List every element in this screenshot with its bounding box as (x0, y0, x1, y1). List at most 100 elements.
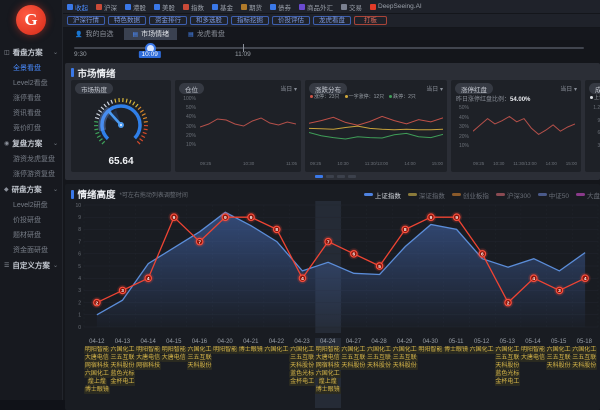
stock-tag[interactable]: 博士眼镜 (443, 347, 469, 354)
legend-item-2[interactable]: 创业板指 (452, 190, 489, 200)
stock-tag[interactable]: 大唐电信 (161, 355, 187, 362)
sentiment-height-chart[interactable]: 01234567891023497998476589962434 (71, 201, 600, 333)
sidebar-group-0[interactable]: ◫看盘方案⌄ (0, 44, 62, 60)
stock-tag[interactable]: 六国化工 (110, 347, 136, 354)
stock-tag[interactable]: 煌上煌 (87, 379, 107, 386)
stock-tag[interactable]: 博士眼镜 (315, 387, 341, 394)
carousel-dot-1[interactable] (326, 175, 334, 178)
nav-collapse[interactable]: 收起 (67, 2, 88, 12)
toolbar-button-4[interactable]: 指标挖掘 (231, 16, 269, 25)
stock-tag[interactable]: 博士眼镜 (238, 347, 264, 354)
stock-tag[interactable]: 大唐电信 (135, 355, 161, 362)
stock-tag[interactable]: 金杯电工 (110, 379, 136, 386)
stock-tag[interactable]: 三五互联 (289, 355, 315, 362)
stock-tag[interactable]: 六国化工 (469, 347, 495, 354)
stock-tag[interactable]: 明阳智能 (135, 347, 161, 354)
sidebar-item-1-1[interactable]: 涨停游资复盘 (0, 166, 62, 181)
limit-up-period-dropdown[interactable]: 当日 ▾ (560, 84, 577, 93)
carousel-dot-0[interactable] (315, 175, 323, 178)
stock-tag[interactable]: 大唐电信 (520, 355, 546, 362)
nav-item-2[interactable]: 美股 (154, 2, 175, 12)
stock-tag[interactable]: 大唐电信 (84, 355, 110, 362)
sidebar-item-2-0[interactable]: Level2研盘 (0, 197, 62, 212)
toolbar-button-0[interactable]: 沪深行情 (67, 16, 105, 25)
stock-tag[interactable]: 六国化工 (366, 347, 392, 354)
nav-item-1[interactable]: 港股 (125, 2, 146, 12)
stock-tag[interactable]: 三五互联 (392, 355, 418, 362)
stock-tag[interactable]: 三五互联 (341, 355, 367, 362)
toolbar-button-1[interactable]: 特色数据 (108, 16, 146, 25)
stock-tag[interactable]: 天科股份 (392, 363, 418, 370)
stock-tag[interactable]: 网宿科技 (135, 363, 161, 370)
legend-item-1[interactable]: 深证指数 (408, 190, 445, 200)
toolbar-button-3[interactable]: 和多选股 (190, 16, 228, 25)
stock-tag[interactable]: 天科股份 (187, 363, 213, 370)
sidebar-item-0-3[interactable]: 资讯看盘 (0, 105, 62, 120)
stock-tag[interactable]: 六国化工 (84, 371, 110, 378)
stock-tag[interactable]: 网宿科技 (84, 363, 110, 370)
sidebar-item-0-1[interactable]: Level2看盘 (0, 75, 62, 90)
sidebar-group-2[interactable]: ◆研盘方案⌄ (0, 181, 62, 197)
time-slider[interactable]: 9:30 10:09 11:09 (72, 38, 590, 62)
nav-item-3[interactable]: 指数 (183, 2, 204, 12)
brand[interactable]: DeepSeeing.AI (370, 3, 422, 10)
sidebar-item-2-2[interactable]: 题材研盘 (0, 227, 62, 242)
stock-tag[interactable]: 天科股份 (546, 363, 572, 370)
stock-tag[interactable]: 六国化工 (341, 347, 367, 354)
toolbar-button-6[interactable]: 龙虎看盘 (313, 16, 351, 25)
legend-item-5[interactable]: 大盘 (576, 190, 600, 200)
stock-tag[interactable]: 六国化工 (571, 347, 597, 354)
legend-item-3[interactable]: 沪深300 (496, 190, 531, 200)
stock-tag[interactable]: 明阳智能 (212, 347, 238, 354)
sidebar-item-2-1[interactable]: 价投研盘 (0, 212, 62, 227)
stock-tag[interactable]: 六国化工 (187, 347, 213, 354)
stock-tag[interactable]: 天科股份 (366, 363, 392, 370)
sidebar-item-0-2[interactable]: 涨停看盘 (0, 90, 62, 105)
stock-tag[interactable]: 三五互联 (366, 355, 392, 362)
stock-tag[interactable]: 三五互联 (187, 355, 213, 362)
stock-tag[interactable]: 蓝色光标 (289, 371, 315, 378)
position-period-dropdown[interactable]: 当日 ▾ (280, 84, 297, 93)
sidebar-item-2-3[interactable]: 资金面研盘 (0, 242, 62, 257)
legend-item-0[interactable]: 上证指数 (364, 190, 401, 200)
stock-tag[interactable]: 明阳智能 (315, 347, 341, 354)
stock-tag[interactable]: 天科股份 (495, 363, 521, 370)
stock-tag[interactable]: 六国化工 (392, 347, 418, 354)
nav-item-6[interactable]: 债券 (270, 2, 291, 12)
stock-tag[interactable]: 六国化工 (546, 347, 572, 354)
updown-period-dropdown[interactable]: 当日 ▾ (426, 84, 443, 93)
stock-tag[interactable]: 蓝色光标 (110, 371, 136, 378)
stock-tag[interactable]: 天科股份 (110, 363, 136, 370)
stock-tag[interactable]: 金杯电工 (495, 379, 521, 386)
stock-tag[interactable]: 网宿科技 (315, 363, 341, 370)
stock-tag[interactable]: 明阳智能 (161, 347, 187, 354)
tab-2[interactable]: ▤龙虎看盘 (180, 28, 233, 40)
stock-tag[interactable]: 三五互联 (571, 355, 597, 362)
nav-item-7[interactable]: 商品外汇 (299, 2, 333, 12)
stock-tag[interactable]: 明阳智能 (418, 347, 444, 354)
sidebar-item-0-4[interactable]: 竞价盯盘 (0, 120, 62, 135)
stock-tag[interactable]: 六国化工 (264, 347, 290, 354)
nav-item-8[interactable]: 交易 (341, 2, 362, 12)
stock-tag[interactable]: 天科股份 (341, 363, 367, 370)
sidebar-group-3[interactable]: ☰自定义方案⌄ (0, 257, 62, 273)
stock-tag[interactable]: 明阳智能 (84, 347, 110, 354)
stock-tag[interactable]: 蓝色光标 (495, 371, 521, 378)
tab-1[interactable]: ▤市场情绪 (124, 28, 177, 40)
sidebar-item-1-0[interactable]: 游资龙虎复盘 (0, 151, 62, 166)
stock-tag[interactable]: 三五互联 (546, 355, 572, 362)
stock-tag[interactable]: 三五互联 (110, 355, 136, 362)
stock-tag[interactable]: 三五互联 (495, 355, 521, 362)
sidebar-item-0-0[interactable]: 全景看盘 (0, 60, 62, 75)
daban-button[interactable]: 打板 (354, 16, 387, 25)
tab-0[interactable]: 👤我的自选 (67, 28, 121, 40)
stock-tag[interactable]: 六国化工 (315, 371, 341, 378)
stock-tag[interactable]: 六国化工 (495, 347, 521, 354)
nav-item-0[interactable]: 沪深 (96, 2, 117, 12)
stock-tag[interactable]: 煌上煌 (318, 379, 338, 386)
toolbar-button-5[interactable]: 价投评估 (272, 16, 310, 25)
stock-tag[interactable]: 天科股份 (571, 363, 597, 370)
stock-tag[interactable]: 天科股份 (289, 363, 315, 370)
carousel-dot-2[interactable] (337, 175, 345, 178)
sidebar-group-1[interactable]: ◉复盘方案⌄ (0, 135, 62, 151)
